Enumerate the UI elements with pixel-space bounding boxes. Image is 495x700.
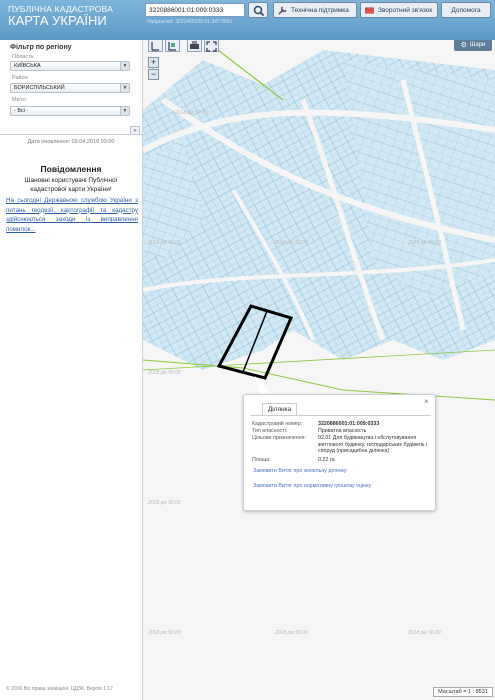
city-value: - Всі - [14,108,29,114]
gear-icon: ⚙ [460,41,467,49]
map-watermark: 2018 рік 50.00 [175,110,208,116]
city-select[interactable]: - Всі - ▼ [10,106,130,116]
map-watermark: 2018 рік 50.00 [275,630,308,636]
search-button[interactable] [248,2,268,18]
row-key: Цільове призначення: [252,435,306,441]
notice-greeting: Шановні користувачі Публічної кадастрово… [24,177,118,193]
fullscreen-button[interactable] [204,40,219,52]
layers-label: Шари [469,41,486,48]
row-key: Кадастровий номер: [252,421,303,427]
tech-support-label: Технічна підтримка [291,6,349,14]
print-button[interactable] [187,40,202,52]
chevron-down-icon: ▼ [120,84,129,92]
ruler-icon [151,42,159,51]
search-hint: Наприклад: 3221455100:01:347:0061 [147,19,233,25]
update-date: Дата оновлення: 03.04.2018 03:00 [27,139,115,145]
row-value: 0.22 га [318,457,335,463]
envelope-icon [365,7,374,13]
search-input[interactable]: 3220886001:01:009:0333 [145,3,245,17]
notice-title: Повідомлення [40,164,102,174]
feedback-label: Зворотний зв'язок [378,6,433,14]
measure-area-button[interactable] [165,40,180,52]
order-parcel-extract-link[interactable]: Замовити Витяг про земельну ділянку [253,468,347,474]
district-label: Район [12,75,28,81]
copyright-footer: © 2016 Всі права захищені. ЦДЗК. Версія … [6,686,113,692]
scale-indicator: Масштаб = 1 : 8531 [433,687,493,697]
map-view[interactable]: + − ⚙ Шари 2018 рік 50.00 2018 рік 50.00… [143,40,495,700]
brand-title: КАРТА УКРАЇНИ [8,13,107,28]
row-key: Площа: [252,457,271,463]
map-watermark: 2018 рік 50.00 [148,630,181,636]
map-watermark: 2018 рік 50.00 [408,630,441,636]
map-watermark: 2018 рік 50.00 [148,370,181,376]
printer-icon [190,41,199,49]
map-canvas[interactable] [143,40,495,700]
chevron-down-icon: ▼ [120,107,129,115]
layers-button[interactable]: ⚙ Шари [454,40,492,51]
chevron-down-icon: ▼ [120,62,129,70]
search-icon [253,5,265,17]
notice-link[interactable]: На сьогодні Державною службою України з … [6,196,138,234]
row-value: 3220886001:01:009:0333 [318,421,380,427]
region-label: Область [12,54,34,60]
row-value: Приватна власність [318,428,367,434]
map-watermark: 2018 рік 50.00 [148,240,181,246]
row-value: 02.01 Для будівництва і обслуговування ж… [318,435,428,454]
tech-support-button[interactable]: Технічна підтримка [273,2,357,18]
row-key: Тип власності: [252,428,288,434]
help-button[interactable]: Допомога [441,2,491,18]
parcel-info-popup: × Ділянка Кадастровий номер: 3220886001:… [243,394,436,511]
expand-icon [206,41,217,52]
map-watermark: 2018 рік 50.00 [275,240,308,246]
zoom-in-button[interactable]: + [148,57,159,68]
region-select[interactable]: КИЇВСЬКА ▼ [10,61,130,71]
map-watermark: 2018 рік 50.00 [148,500,181,506]
district-select[interactable]: БОРИСПІЛЬСЬКИЙ ▼ [10,83,130,93]
sidebar: Фільтр по регіону Область КИЇВСЬКА ▼ Рай… [0,40,143,700]
map-watermark: 2018 рік 50.00 [408,240,441,246]
zoom-out-button[interactable]: − [148,69,159,80]
wrench-icon [278,5,287,15]
measure-distance-button[interactable] [148,40,163,52]
feedback-button[interactable]: Зворотний зв'язок [360,2,438,18]
order-valuation-extract-link[interactable]: Замовити Витяг про нормативну грошову оц… [253,483,371,489]
help-label: Допомога [451,6,481,14]
divider [250,415,431,416]
district-value: БОРИСПІЛЬСЬКИЙ [14,85,65,91]
city-label: Місто [12,97,27,103]
region-value: КИЇВСЬКА [14,63,41,69]
close-icon[interactable]: × [424,397,429,406]
divider [0,134,142,135]
app-header: ПУБЛІЧНА КАДАСТРОВА КАРТА УКРАЇНИ 322088… [0,0,495,40]
filter-title: Фільтр по регіону [10,44,72,51]
area-icon [168,42,176,51]
tab-parcel[interactable]: Ділянка [262,403,297,415]
